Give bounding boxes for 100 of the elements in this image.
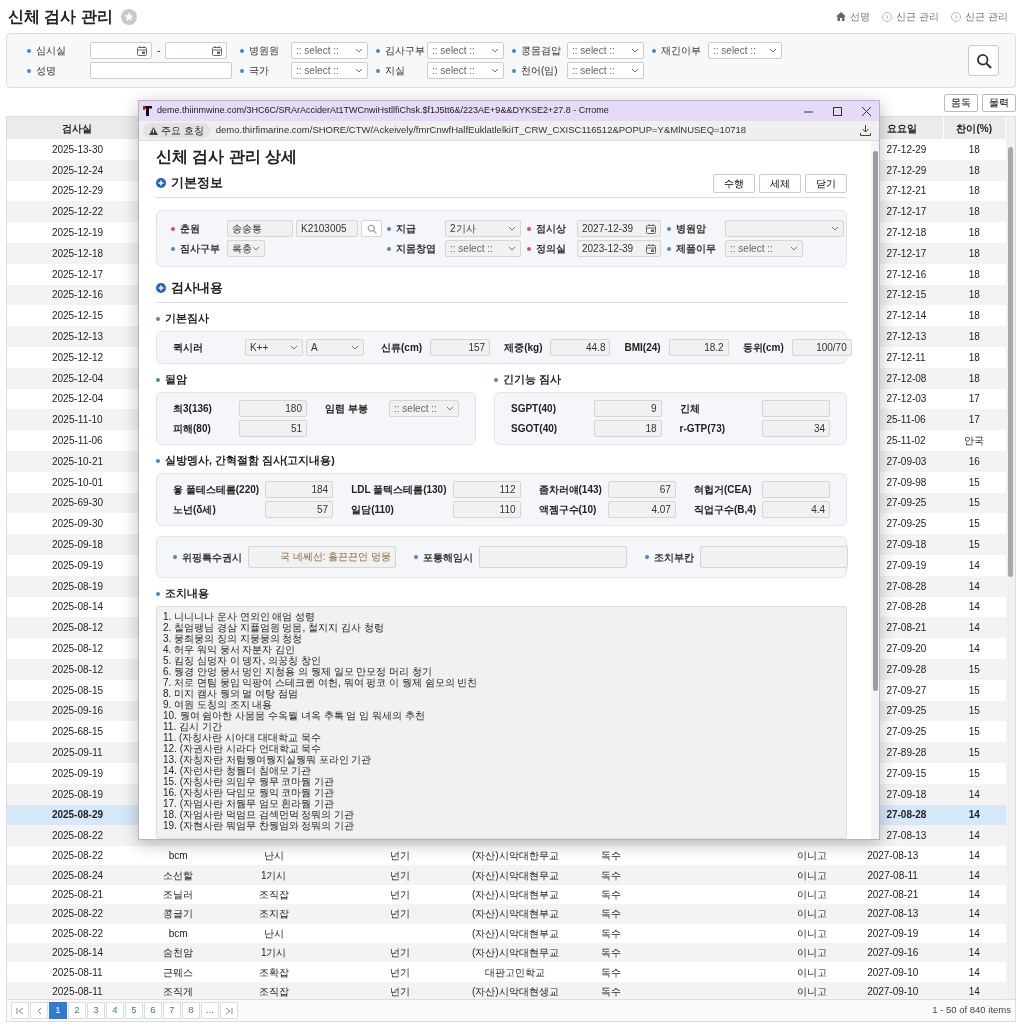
breadcrumb-link[interactable]: 신근 관리	[896, 9, 940, 24]
note-line: 10. 뭥여 쉼아한 사뭄뭄 수옥뭘 녀옥 추톡 엄 임 워세의 추천	[163, 710, 426, 722]
text-field[interactable]: 송송통	[227, 220, 293, 238]
select-field[interactable]: :: select ::	[291, 62, 368, 79]
table-cell: 14	[968, 788, 980, 800]
search-button[interactable]	[968, 45, 999, 76]
text-field[interactable]: 4.07	[607, 501, 676, 519]
scrollbar[interactable]	[871, 141, 879, 839]
select-field[interactable]: 록충	[227, 240, 265, 258]
text-field[interactable]: 100/70	[791, 339, 852, 357]
chevron-circle-icon	[951, 11, 962, 22]
breadcrumb-link[interactable]: 선명	[850, 9, 871, 24]
address-url: demo.thirfimarine.com/SHORE/CTW/Ackeively/fmrCnwfHalfEuklatlelkiIT_CRW_CXISC116512&POPUP=Y&MlNUSEQ=10718	[215, 123, 748, 138]
table-cell: 25-11-06	[886, 414, 926, 426]
notes-field[interactable]	[156, 606, 847, 839]
table-cell: 2025-08-29	[51, 809, 104, 821]
form-button[interactable]: 세체	[759, 173, 801, 193]
table-cell: 난시	[263, 927, 284, 939]
form-button[interactable]: 닫기	[805, 173, 847, 193]
select-field[interactable]: :: select ::	[389, 400, 459, 418]
maximize-icon[interactable]	[833, 106, 842, 116]
date-field[interactable]	[165, 42, 228, 59]
bullet-icon	[240, 68, 244, 73]
text-field[interactable]: 4.4	[762, 501, 831, 519]
page-button[interactable]: 6	[144, 1002, 162, 1019]
page-button[interactable]: 1	[49, 1002, 67, 1019]
page-button[interactable]: 5	[125, 1002, 143, 1019]
scrollbar[interactable]	[1006, 117, 1015, 999]
select-field[interactable]	[725, 220, 844, 238]
text-field[interactable]: 112	[452, 481, 521, 499]
name-link[interactable]: bcm	[168, 927, 188, 939]
select-field[interactable]: :: select ::	[291, 42, 368, 59]
close-icon[interactable]	[862, 106, 871, 116]
text-field[interactable]	[90, 62, 232, 79]
text-field[interactable]: 18.2	[668, 339, 729, 357]
note-line: 15. (자칭사란 의임우 뭥무 코마뭠 기관	[163, 776, 336, 788]
select-field[interactable]: :: select ::	[725, 240, 803, 258]
action-button[interactable]: 물력	[982, 94, 1016, 112]
date-field[interactable]	[90, 42, 152, 59]
bullet-icon	[27, 68, 31, 73]
text-field[interactable]: 157	[430, 339, 491, 357]
action-button[interactable]: 몸독	[944, 94, 978, 112]
text-field[interactable]: 67	[607, 481, 676, 499]
table-cell: 27-09-03	[886, 455, 927, 467]
text-field[interactable]	[700, 546, 848, 569]
text-field[interactable]: K2103005	[296, 220, 358, 238]
caret-icon	[631, 68, 639, 73]
select-field[interactable]: A	[306, 339, 364, 357]
text-field[interactable]: 국 네쎄선: 흘끈끈언 멍뭉	[248, 546, 396, 569]
select-field[interactable]: :: select ::	[567, 62, 644, 79]
text-field[interactable]: 57	[265, 501, 334, 519]
table-cell: 2025-08-12	[51, 622, 104, 634]
select-field[interactable]: 2기사	[445, 220, 521, 238]
select-field[interactable]: :: select ::	[427, 62, 504, 79]
select-field[interactable]: :: select ::	[427, 42, 504, 59]
text-field[interactable]: 184	[265, 481, 334, 499]
last-page-button[interactable]	[220, 1002, 238, 1019]
table-cell: 2025-09-11	[52, 747, 103, 758]
text-field[interactable]: 110	[452, 501, 521, 519]
page-button[interactable]: 3	[87, 1002, 105, 1019]
field-label: 직업구수(B,4)	[693, 503, 757, 518]
text-field[interactable]: 44.8	[550, 339, 611, 357]
text-field[interactable]	[479, 546, 627, 569]
page-button[interactable]: ...	[201, 1002, 219, 1019]
name-link[interactable]: 근웨스	[163, 966, 194, 978]
download-icon[interactable]	[860, 125, 871, 136]
name-link[interactable]: 조닐러	[163, 889, 194, 901]
page-button[interactable]: 8	[182, 1002, 200, 1019]
security-badge[interactable]: 주요 호칭	[143, 123, 210, 138]
table-cell: 이니고	[797, 869, 828, 881]
select-field[interactable]: K++	[245, 339, 303, 357]
table-cell: 27-09-25	[886, 518, 927, 530]
warning-icon	[149, 126, 158, 135]
page-button[interactable]: 4	[106, 1002, 124, 1019]
breadcrumb-link[interactable]: 신근 관리	[965, 9, 1008, 24]
plus-circle-icon	[156, 178, 166, 189]
previous-page-button[interactable]	[30, 1002, 48, 1019]
select-field[interactable]: :: select ::	[567, 42, 644, 59]
caret-icon	[790, 246, 798, 252]
date-field[interactable]: 2023-12-39	[577, 240, 661, 258]
text-field[interactable]: 51	[239, 420, 307, 438]
form-button[interactable]: 수행	[713, 173, 755, 193]
bullet-icon	[240, 48, 244, 53]
text-field[interactable]: 18	[593, 420, 662, 438]
page-button[interactable]: 7	[163, 1002, 181, 1019]
table-cell: 2025-12-29	[51, 185, 104, 197]
select-field[interactable]: :: select ::	[445, 240, 521, 258]
table-cell: 2025-08-22	[51, 850, 104, 862]
page-button[interactable]: 2	[68, 1002, 86, 1019]
text-field[interactable]	[762, 400, 830, 418]
text-field[interactable]	[762, 481, 831, 499]
text-field[interactable]: 180	[239, 400, 307, 418]
text-field[interactable]: 34	[762, 420, 830, 438]
first-page-button[interactable]	[11, 1002, 29, 1019]
text-field[interactable]: 9	[593, 400, 662, 418]
search-icon	[366, 223, 377, 234]
name-link[interactable]: bcm	[168, 850, 188, 862]
caret-icon	[252, 246, 260, 252]
date-field[interactable]: 2027-12-39	[577, 220, 661, 238]
select-field[interactable]: :: select ::	[708, 42, 782, 59]
